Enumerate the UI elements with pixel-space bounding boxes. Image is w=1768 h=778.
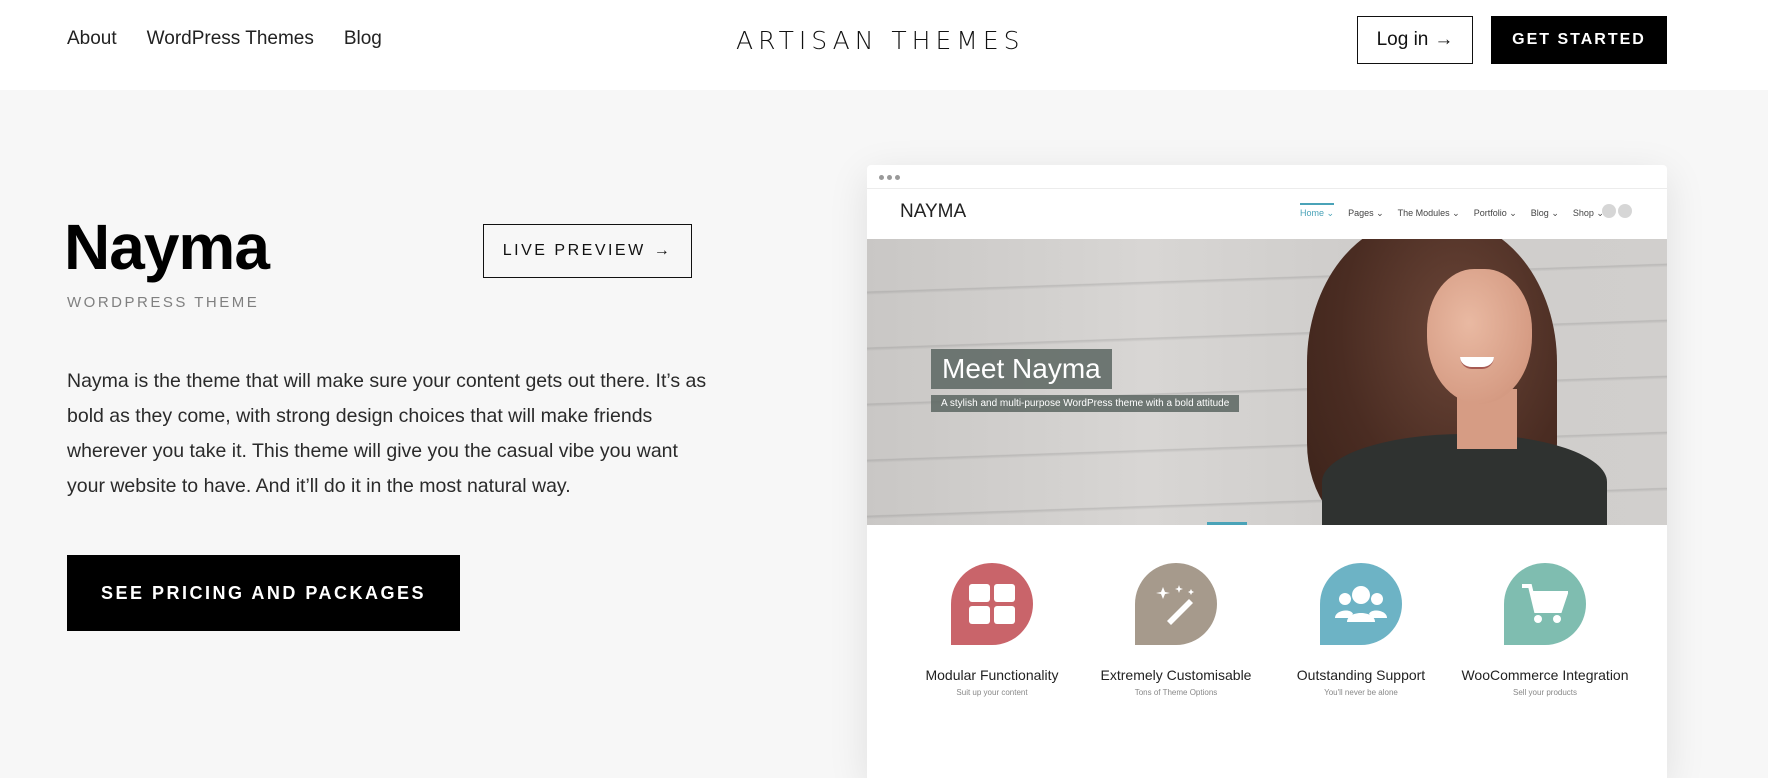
- mock-menu-item: Pages ⌄: [1348, 208, 1384, 218]
- grid-icon: [951, 563, 1033, 645]
- mock-menu-item: The Modules ⌄: [1397, 208, 1460, 218]
- mock-nav: NAYMA Home ⌄ Pages ⌄ The Modules ⌄ Portf…: [867, 189, 1667, 239]
- mock-features: Modular Functionality Suit up your conte…: [867, 563, 1667, 743]
- mock-menu-item: Portfolio ⌄: [1473, 208, 1517, 218]
- feature-title: WooCommerce Integration: [1461, 667, 1629, 683]
- feature-title: Outstanding Support: [1296, 667, 1426, 683]
- feature-title: Extremely Customisable: [1100, 667, 1252, 683]
- arrow-right-icon: →: [653, 242, 673, 259]
- mock-menu-label: The Modules: [1397, 208, 1450, 218]
- mock-menu-label: Portfolio: [1473, 208, 1507, 218]
- mock-menu-label: Blog: [1530, 208, 1549, 218]
- arrow-right-icon: →: [1434, 29, 1454, 50]
- mock-menu-label: Home: [1300, 208, 1325, 218]
- mock-hero-tagline: A stylish and multi-purpose WordPress th…: [931, 395, 1240, 412]
- mock-menu-label: Shop: [1572, 208, 1594, 218]
- mock-nav-icons: [1602, 204, 1632, 218]
- feature-title: Modular Functionality: [925, 667, 1059, 683]
- mock-hero-title: Meet Nayma: [931, 349, 1112, 389]
- feature-item: Modular Functionality Suit up your conte…: [907, 563, 1077, 697]
- login-button[interactable]: Log in →: [1357, 16, 1473, 64]
- feature-subtitle: Suit up your content: [956, 688, 1028, 697]
- mock-menu-item: Shop ⌄: [1572, 208, 1604, 218]
- search-icon: [1618, 204, 1632, 218]
- hero-photo-face: [1427, 269, 1532, 404]
- live-preview-label: LIVE PREVIEW: [502, 242, 646, 259]
- theme-description: Nayma is the theme that will make sure y…: [67, 370, 707, 497]
- mock-menu-label: Pages: [1348, 208, 1374, 218]
- mock-hero-image: Meet Nayma A stylish and multi-purpose W…: [867, 239, 1667, 525]
- main-nav: About WordPress Themes Blog: [67, 28, 382, 50]
- live-preview-button[interactable]: LIVE PREVIEW →: [483, 224, 692, 278]
- slider-indicator: [1207, 522, 1247, 525]
- feature-item: WooCommerce Integration Sell your produc…: [1460, 563, 1630, 697]
- mock-menu: Home ⌄ Pages ⌄ The Modules ⌄ Portfolio ⌄…: [1300, 203, 1604, 219]
- users-icon: [1320, 563, 1402, 645]
- theme-subtitle: WORDPRESS THEME: [67, 294, 260, 311]
- site-header: About WordPress Themes Blog ARTISAN THEM…: [0, 0, 1768, 90]
- window-dot-icon: [895, 175, 900, 180]
- mock-menu-item: Home ⌄: [1300, 203, 1335, 218]
- see-pricing-button[interactable]: SEE PRICING AND PACKAGES: [67, 555, 460, 631]
- feature-subtitle: Tons of Theme Options: [1134, 688, 1218, 697]
- cart-icon: [1504, 563, 1586, 645]
- mock-logo: NAYMA: [900, 201, 967, 222]
- login-label: Log in: [1376, 29, 1429, 50]
- feature-subtitle: Sell your products: [1512, 688, 1578, 697]
- theme-title: Nayma: [64, 211, 270, 283]
- nav-wordpress-themes-link[interactable]: WordPress Themes: [147, 28, 314, 50]
- cart-icon: [1602, 204, 1616, 218]
- feature-item: Outstanding Support You'll never be alon…: [1276, 563, 1446, 697]
- mock-menu-item: Blog ⌄: [1530, 208, 1559, 218]
- window-dot-icon: [879, 175, 884, 180]
- feature-item: Extremely Customisable Tons of Theme Opt…: [1091, 563, 1261, 697]
- magic-wand-icon: [1135, 563, 1217, 645]
- feature-subtitle: You'll never be alone: [1324, 688, 1398, 697]
- get-started-button[interactable]: GET STARTED: [1491, 16, 1667, 64]
- nav-blog-link[interactable]: Blog: [344, 28, 382, 50]
- nav-about-link[interactable]: About: [67, 28, 117, 50]
- site-logo[interactable]: ARTISAN THEMES: [736, 26, 1024, 55]
- theme-preview-mockup[interactable]: NAYMA Home ⌄ Pages ⌄ The Modules ⌄ Portf…: [867, 165, 1667, 778]
- window-dot-icon: [887, 175, 892, 180]
- mock-browser-bar: [867, 165, 1667, 189]
